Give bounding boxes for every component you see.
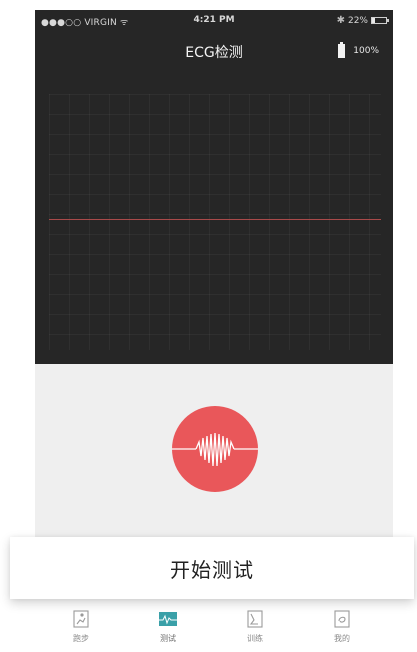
tab-test-label: 测试 bbox=[160, 634, 176, 643]
running-icon bbox=[73, 610, 89, 628]
bluetooth-icon: ✱ bbox=[336, 15, 345, 26]
ecg-wave-icon bbox=[159, 612, 177, 626]
profile-icon bbox=[334, 610, 350, 628]
heartbeat-icon bbox=[172, 432, 258, 467]
tab-training-label: 训练 bbox=[247, 634, 263, 643]
battery-icon bbox=[371, 17, 389, 24]
ecg-display-panel: ●●●○○ VIRGIN ᯤ 4:21 PM ✱ 22% ECG检测 100% bbox=[35, 10, 393, 364]
nav-bar: ECG检测 100% bbox=[35, 40, 393, 64]
app-screen: ●●●○○ VIRGIN ᯤ 4:21 PM ✱ 22% ECG检测 100% bbox=[0, 0, 417, 652]
battery-percent: 22% bbox=[347, 15, 368, 26]
device-battery-percent: 100% bbox=[353, 46, 379, 56]
tab-running[interactable]: 跑步 bbox=[51, 607, 111, 647]
tab-training[interactable]: 训练 bbox=[225, 607, 285, 647]
status-battery: ✱ 22% bbox=[336, 15, 389, 26]
status-bar: ●●●○○ VIRGIN ᯤ 4:21 PM ✱ 22% bbox=[35, 10, 393, 32]
tab-profile-label: 我的 bbox=[334, 634, 350, 643]
ecg-trace-line bbox=[49, 219, 381, 220]
start-test-button[interactable]: 开始测试 bbox=[10, 537, 414, 599]
tab-running-label: 跑步 bbox=[73, 634, 89, 643]
phone-screen: ●●●○○ VIRGIN ᯤ 4:21 PM ✱ 22% ECG检测 100% bbox=[35, 10, 393, 550]
device-battery: 100% bbox=[338, 42, 379, 58]
ecg-grid bbox=[49, 94, 381, 350]
heart-measure-button[interactable] bbox=[172, 406, 258, 492]
tab-test[interactable]: 测试 bbox=[138, 607, 198, 647]
training-icon bbox=[247, 610, 263, 628]
tab-profile[interactable]: 我的 bbox=[312, 607, 372, 647]
tab-bar: 跑步 测试 训练 我的 bbox=[35, 607, 393, 652]
start-test-label: 开始测试 bbox=[170, 557, 254, 582]
device-battery-icon bbox=[338, 42, 346, 58]
